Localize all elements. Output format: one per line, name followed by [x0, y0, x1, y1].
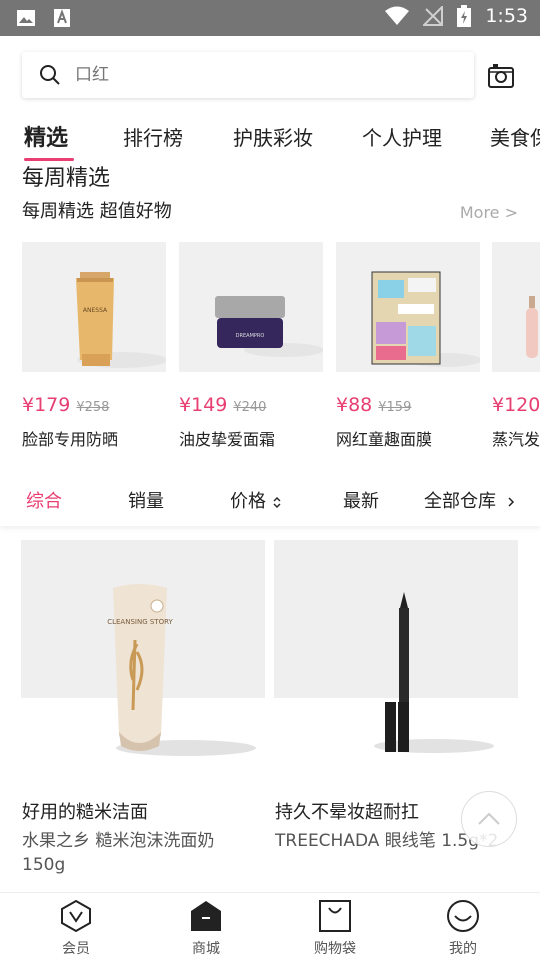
product-name: 油皮挚爱面霜	[179, 430, 276, 449]
product-desc: 水果之乡 糙米泡沫洗面奶 150g	[22, 831, 215, 875]
price: ¥149 ¥240	[179, 394, 266, 416]
section-subtitle: 每周精选 超值好物	[22, 201, 172, 222]
current-price: ¥149	[179, 394, 228, 416]
tab-food[interactable]: 美食保	[490, 122, 540, 151]
price: ¥88 ¥159	[336, 394, 411, 416]
image-notification-icon	[17, 10, 35, 26]
product-name: 脸部专用防晒	[22, 430, 119, 449]
nav-mall[interactable]: 商城	[166, 899, 246, 958]
product-name: 蒸汽发	[492, 430, 540, 449]
svg-text:ANESSA: ANESSA	[83, 307, 108, 314]
weekly-item[interactable]: ¥88 ¥159 网红童趣面膜	[336, 242, 480, 449]
chevron-right-icon	[508, 497, 514, 507]
product-card[interactable]: CLEANSING STORY	[21, 540, 265, 756]
sort-arrows-icon	[273, 497, 281, 508]
status-bar: 1:53	[0, 0, 540, 36]
current-price: ¥179	[22, 394, 71, 416]
product-title: 好用的糙米洁面	[22, 802, 148, 823]
sort-price-label: 价格	[230, 491, 266, 512]
current-price: ¥88	[336, 394, 373, 416]
product-title: 持久不晕妆超耐扛	[275, 802, 419, 823]
more-link[interactable]: More >	[460, 203, 518, 222]
product-image: DREAMPRO	[179, 242, 323, 372]
svg-text:DREAMPRO: DREAMPRO	[236, 333, 265, 339]
back-to-top-button[interactable]	[461, 791, 517, 847]
battery-charging-icon	[457, 5, 472, 27]
tab-ranking[interactable]: 排行榜	[123, 122, 183, 151]
product-image	[336, 242, 480, 372]
weekly-item[interactable]: ANESSA ¥179 ¥258 脸部专用防晒	[22, 242, 166, 449]
nav-me[interactable]: 我的	[423, 899, 503, 958]
search-header	[0, 36, 540, 114]
text-notification-icon	[54, 9, 70, 27]
warehouse-filter[interactable]: 全部仓库	[424, 487, 516, 513]
search-input[interactable]	[75, 65, 435, 85]
svg-text:CLEANSING STORY: CLEANSING STORY	[107, 618, 173, 626]
mall-icon	[191, 901, 221, 931]
scan-icon[interactable]	[487, 63, 515, 89]
clock: 1:53	[485, 5, 528, 27]
nav-shopping-bag[interactable]: 购物袋	[295, 899, 375, 958]
smile-icon	[447, 900, 479, 932]
sort-newest[interactable]: 最新	[343, 487, 379, 513]
product-image	[492, 242, 540, 372]
current-price: ¥120	[492, 394, 540, 416]
nav-label: 商城	[192, 941, 220, 957]
bottom-nav: 会员 商城 购物袋 我的	[0, 892, 540, 960]
category-tabs: 精选 排行榜 护肤彩妆 个人护理 美食保	[0, 114, 540, 162]
weekly-item[interactable]: DREAMPRO ¥149 ¥240 油皮挚爱面霜	[179, 242, 323, 449]
search-bar[interactable]	[22, 52, 474, 98]
tab-selected[interactable]: 精选	[24, 120, 68, 152]
sort-bar: 综合 销量 价格 最新 全部仓库	[0, 472, 540, 526]
warehouse-filter-label: 全部仓库	[424, 491, 496, 512]
wifi-icon	[385, 6, 410, 25]
original-price: ¥240	[233, 400, 267, 415]
sort-sales[interactable]: 销量	[128, 487, 164, 513]
nav-label: 购物袋	[314, 941, 356, 957]
vip-icon	[61, 899, 91, 933]
original-price: ¥258	[76, 400, 110, 415]
original-price: ¥159	[378, 400, 412, 415]
sort-default[interactable]: 综合	[26, 487, 62, 513]
product-image	[274, 540, 518, 753]
section-title: 每周精选	[22, 166, 111, 191]
no-signal-icon	[423, 6, 444, 26]
nav-member[interactable]: 会员	[36, 899, 116, 958]
chevron-up-icon	[478, 812, 500, 825]
tab-skincare-makeup[interactable]: 护肤彩妆	[233, 122, 313, 151]
price: ¥120	[492, 394, 540, 416]
sort-price[interactable]: 价格	[230, 487, 282, 513]
product-image: ANESSA	[22, 242, 166, 372]
tab-personal-care[interactable]: 个人护理	[362, 122, 442, 151]
product-image: CLEANSING STORY	[21, 540, 265, 756]
product-name: 网红童趣面膜	[336, 430, 433, 449]
product-card[interactable]	[274, 540, 518, 753]
price: ¥179 ¥258	[22, 394, 109, 416]
nav-label: 会员	[62, 941, 90, 957]
nav-label: 我的	[449, 941, 477, 957]
search-icon	[40, 65, 60, 85]
shopping-bag-icon	[319, 900, 351, 932]
weekly-carousel[interactable]: ANESSA ¥179 ¥258 脸部专用防晒 DREAMPRO ¥149 ¥240…	[22, 242, 540, 452]
weekly-item[interactable]: ¥120 蒸汽发	[492, 242, 540, 449]
